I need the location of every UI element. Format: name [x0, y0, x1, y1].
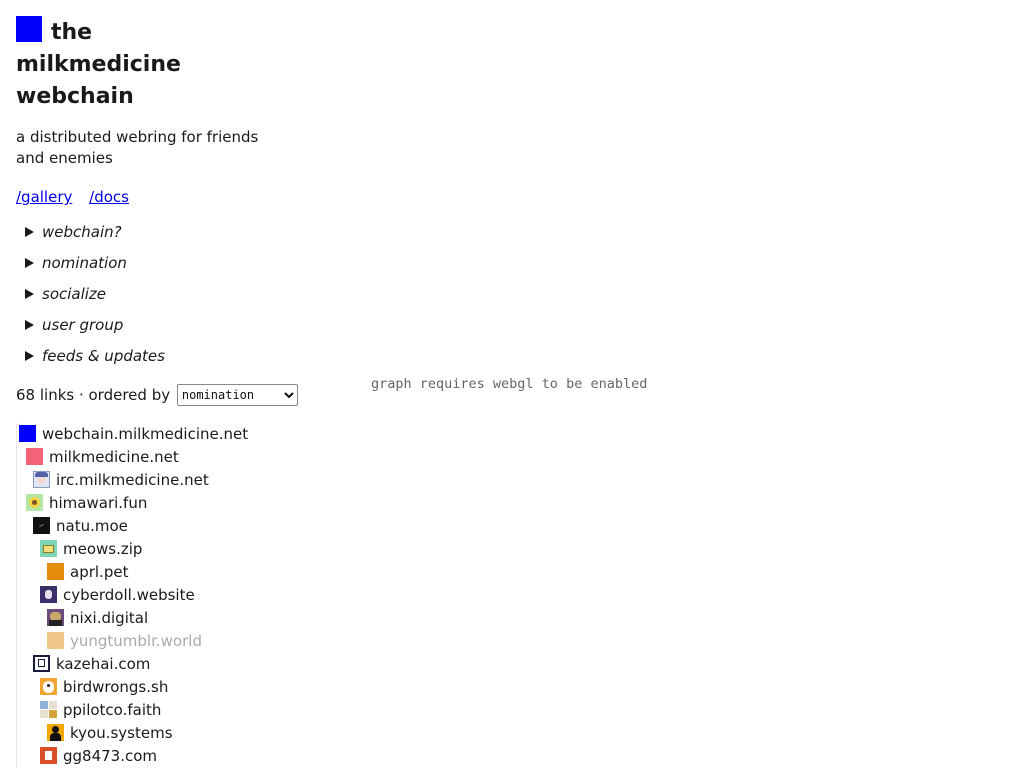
links-header: 68 links · ordered by nomination: [16, 383, 306, 407]
section-nomination[interactable]: nomination: [16, 255, 306, 286]
tree-link-item[interactable]: irc.milkmedicine.net: [17, 469, 306, 492]
tree-link-label: aprl.pet: [70, 563, 129, 581]
tree-link-label: meows.zip: [63, 540, 143, 558]
doll-avatar-icon: [40, 586, 57, 603]
order-select[interactable]: nomination: [176, 384, 298, 406]
orange-square-icon: [47, 563, 64, 580]
tree-link-label: cyberdoll.website: [63, 586, 195, 604]
blue-square-icon: [19, 425, 36, 442]
tree-link-item[interactable]: nixi.digital: [17, 607, 306, 630]
link-tree: webchain.milkmedicine.net milkmedicine.ne…: [16, 423, 306, 768]
expand-triangle-icon: [25, 289, 34, 299]
section-label: feeds & updates: [42, 347, 165, 365]
tree-link-label: yungtumblr.world: [70, 632, 202, 650]
tree-link-item[interactable]: ppilotco.faith: [17, 699, 306, 722]
tan-square-icon: [47, 632, 64, 649]
tree-link-item[interactable]: gg8473.com: [17, 745, 306, 768]
black-square-icon: [33, 517, 50, 534]
tree-link-label: natu.moe: [56, 517, 128, 535]
logo-icon: [16, 16, 42, 42]
tree-link-item[interactable]: natu.moe: [17, 515, 306, 538]
tree-link-item[interactable]: meows.zip: [17, 538, 306, 561]
section-socialize[interactable]: socialize: [16, 286, 306, 317]
sunflower-icon: [26, 494, 43, 511]
pink-square-icon: [26, 448, 43, 465]
tree-link-label: kazehai.com: [56, 655, 151, 673]
gallery-link[interactable]: /gallery: [16, 188, 72, 206]
site-title: the milkmedicine webchain: [16, 16, 306, 113]
title-line-2: milkmedicine: [16, 52, 181, 77]
section-label: webchain?: [42, 223, 122, 241]
tree-link-label: webchain.milkmedicine.net: [42, 425, 249, 443]
bird-icon: [40, 678, 57, 695]
tree-link-item[interactable]: kyou.systems: [17, 722, 306, 745]
character-avatar-icon: [47, 609, 64, 626]
section-user-group[interactable]: user group: [16, 317, 306, 348]
tree-link-item[interactable]: webchain.milkmedicine.net: [17, 423, 306, 446]
expand-triangle-icon: [25, 320, 34, 330]
section-label: socialize: [42, 285, 107, 303]
section-label: user group: [42, 316, 124, 334]
tree-link-item[interactable]: cyberdoll.website: [17, 584, 306, 607]
tree-link-item[interactable]: himawari.fun: [17, 492, 306, 515]
expand-triangle-icon: [25, 258, 34, 268]
folder-icon: [40, 540, 57, 557]
checker-icon: [40, 701, 57, 718]
kanji-icon: [33, 655, 50, 672]
sidebar: the milkmedicine webchain a distributed …: [16, 16, 306, 768]
anime-avatar-icon: [33, 471, 50, 488]
badge-icon: [40, 747, 57, 764]
tree-link-item[interactable]: yungtumblr.world: [17, 630, 306, 653]
tree-link-label: himawari.fun: [49, 494, 148, 512]
graph-placeholder: graph requires webgl to be enabled: [371, 376, 648, 392]
tree-link-label: gg8473.com: [63, 747, 158, 765]
section-feeds-updates[interactable]: feeds & updates: [16, 348, 306, 379]
tree-link-label: kyou.systems: [70, 724, 173, 742]
title-line-1: the: [51, 20, 93, 45]
silhouette-icon: [47, 724, 64, 741]
tagline: a distributed webring for friends and en…: [16, 128, 259, 167]
tree-link-label: birdwrongs.sh: [63, 678, 169, 696]
tree-link-label: ppilotco.faith: [63, 701, 162, 719]
docs-link[interactable]: /docs: [89, 188, 129, 206]
links-count: 68 links · ordered by: [16, 386, 171, 404]
tree-link-item[interactable]: birdwrongs.sh: [17, 676, 306, 699]
expand-triangle-icon: [25, 227, 34, 237]
tree-link-item[interactable]: aprl.pet: [17, 561, 306, 584]
section-label: nomination: [42, 254, 127, 272]
nav-links: /gallery /docs: [16, 186, 306, 208]
expand-triangle-icon: [25, 351, 34, 361]
tree-link-item[interactable]: kazehai.com: [17, 653, 306, 676]
collapsible-sections: webchain? nomination socialize user grou…: [16, 224, 306, 379]
tree-link-label: nixi.digital: [70, 609, 149, 627]
tree-link-item[interactable]: milkmedicine.net: [17, 446, 306, 469]
title-line-3: webchain: [16, 84, 134, 109]
section-webchain[interactable]: webchain?: [16, 224, 306, 255]
tree-link-label: irc.milkmedicine.net: [56, 471, 209, 489]
tree-link-label: milkmedicine.net: [49, 448, 179, 466]
